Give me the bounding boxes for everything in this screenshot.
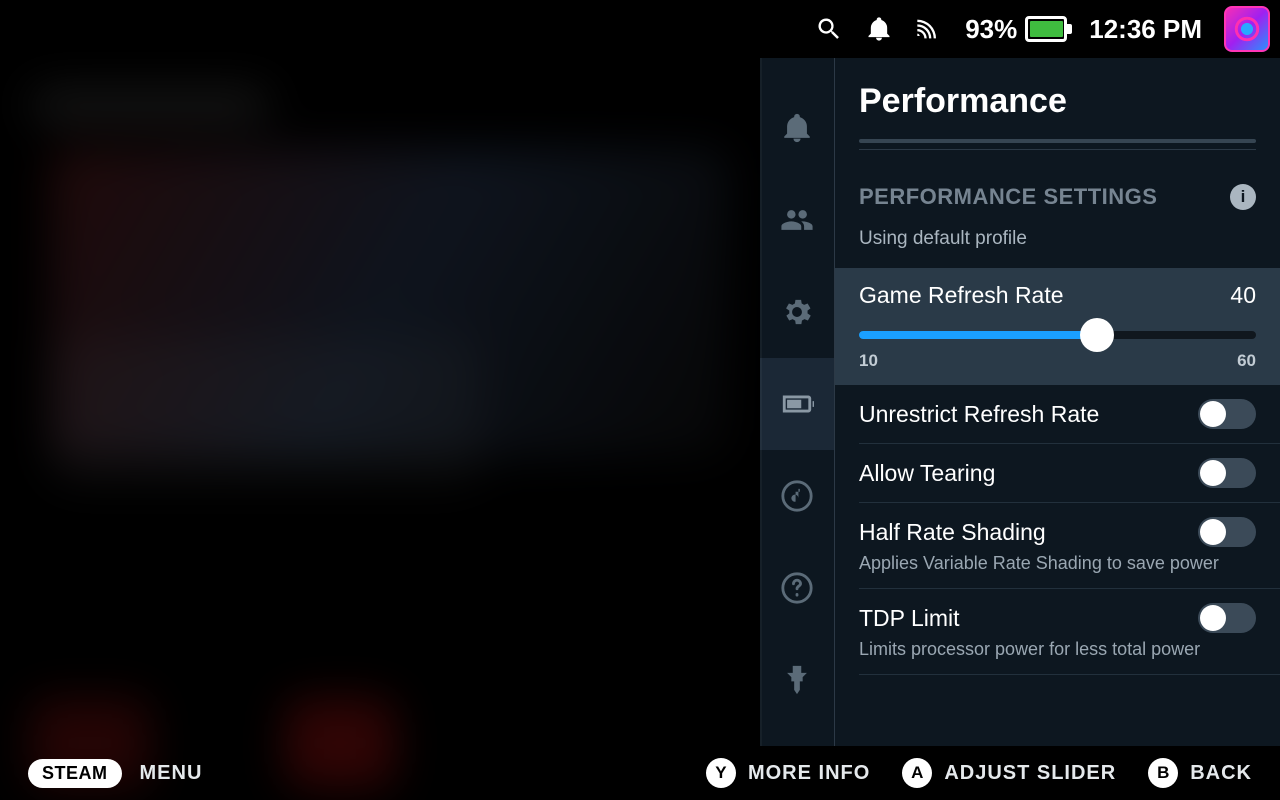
toggle-description: Limits processor power for less total po… (859, 639, 1256, 660)
tab-performance[interactable] (760, 358, 834, 450)
toggle-label: Unrestrict Refresh Rate (859, 401, 1099, 428)
tab-music[interactable] (760, 450, 834, 542)
toggle-switch[interactable] (1198, 517, 1256, 547)
section-header: PERFORMANCE SETTINGS (859, 184, 1157, 210)
background-blurred-content (0, 58, 760, 748)
panel-content: Performance PERFORMANCE SETTINGS i Using… (834, 58, 1280, 746)
tab-settings[interactable] (760, 266, 834, 358)
battery-icon (1025, 16, 1067, 42)
tab-power[interactable] (760, 634, 834, 726)
divider (859, 139, 1256, 143)
slider-max: 60 (1237, 351, 1256, 371)
toggle-row: Unrestrict Refresh Rate (859, 385, 1280, 444)
battery-percent: 93% (965, 14, 1017, 45)
footer-hint: Y MORE INFO (706, 758, 870, 788)
refresh-rate-card: Game Refresh Rate 40 10 60 (835, 268, 1280, 385)
refresh-rate-slider[interactable] (859, 331, 1256, 339)
toggle-switch[interactable] (1198, 458, 1256, 488)
toggle-row: Allow Tearing (859, 444, 1280, 503)
refresh-rate-value: 40 (1230, 282, 1256, 309)
tab-notifications[interactable] (760, 82, 834, 174)
toggle-description: Applies Variable Rate Shading to save po… (859, 553, 1256, 574)
avatar[interactable] (1224, 6, 1270, 52)
section-header-row: PERFORMANCE SETTINGS i (859, 184, 1256, 210)
hint-label: MORE INFO (748, 762, 870, 785)
battery-status: 93% (965, 14, 1067, 45)
toggle-label: Allow Tearing (859, 460, 995, 487)
search-icon[interactable] (815, 15, 843, 43)
tab-friends[interactable] (760, 174, 834, 266)
refresh-rate-label: Game Refresh Rate (859, 282, 1064, 309)
toggle-switch[interactable] (1198, 399, 1256, 429)
toggle-label: Half Rate Shading (859, 519, 1046, 546)
steam-button[interactable]: STEAM (28, 759, 122, 788)
hint-label: BACK (1190, 762, 1252, 785)
menu-label: MENU (140, 762, 203, 785)
footer-hint: A ADJUST SLIDER (902, 758, 1116, 788)
info-icon[interactable]: i (1230, 184, 1256, 210)
clock: 12:36 PM (1089, 14, 1202, 45)
tab-help[interactable] (760, 542, 834, 634)
system-status-bar: 93% 12:36 PM (0, 0, 1280, 58)
footer-hint: B BACK (1148, 758, 1252, 788)
toggle-label: TDP Limit (859, 605, 960, 632)
gamepad-button-icon: Y (706, 758, 736, 788)
cast-icon[interactable] (915, 15, 943, 43)
gamepad-button-icon: A (902, 758, 932, 788)
bell-icon[interactable] (865, 15, 893, 43)
toggle-row: TDP Limit Limits processor power for less… (859, 589, 1280, 675)
slider-min: 10 (859, 351, 878, 371)
gamepad-button-icon: B (1148, 758, 1178, 788)
hint-label: ADJUST SLIDER (944, 762, 1116, 785)
profile-note: Using default profile (859, 228, 1280, 250)
quick-access-tabs (760, 58, 834, 746)
footer-hint-bar: STEAM MENU Y MORE INFO A ADJUST SLIDER B BACK (0, 746, 1280, 800)
divider (859, 149, 1256, 150)
toggle-row: Half Rate Shading Applies Variable Rate S… (859, 503, 1280, 589)
quick-access-panel: Performance PERFORMANCE SETTINGS i Using… (760, 58, 1280, 746)
panel-title: Performance (859, 82, 1280, 121)
toggle-switch[interactable] (1198, 603, 1256, 633)
